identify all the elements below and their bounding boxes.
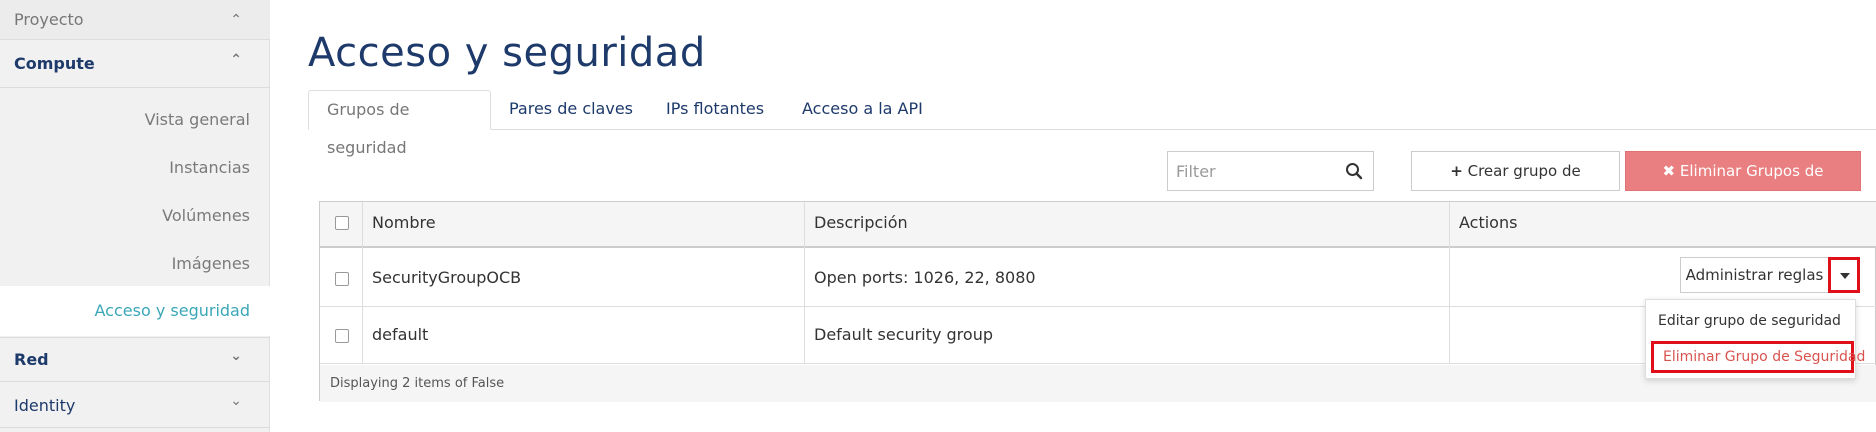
row-description: Default security group xyxy=(814,325,993,344)
manage-rules-button[interactable]: Administrar reglas xyxy=(1680,257,1829,293)
sidebar-section-label: Red xyxy=(14,350,49,369)
sidebar-section-identity[interactable]: Identity ⌄ xyxy=(0,383,270,428)
tab-pares-claves[interactable]: Pares de claves xyxy=(491,90,651,130)
tab-label: IPs flotantes xyxy=(666,99,765,118)
sidebar-section-label: Identity xyxy=(14,395,76,415)
actions-dropdown-toggle[interactable] xyxy=(1828,257,1860,293)
tab-grupos-seguridad[interactable]: Grupos de seguridad xyxy=(308,90,491,157)
column-header-actions: Actions xyxy=(1459,213,1518,232)
column-header-descripcion[interactable]: Descripción xyxy=(814,213,908,232)
tab-label: Pares de claves xyxy=(509,99,634,118)
sidebar-item-label: Volúmenes xyxy=(162,206,250,225)
page-title: Acceso y seguridad xyxy=(308,30,706,76)
caret-down-icon xyxy=(1840,273,1850,279)
row-name: default xyxy=(372,325,429,344)
sidebar-item-volumenes[interactable]: Volúmenes xyxy=(0,192,270,240)
table-row: default Default security group xyxy=(320,307,1876,364)
sidebar-item-label: Instancias xyxy=(169,158,250,177)
sidebar-section-label: Compute xyxy=(14,54,95,73)
chevron-up-icon: ⌃ xyxy=(230,12,242,28)
sidebar-section-label: Proyecto xyxy=(14,10,84,29)
chevron-down-icon: ⌄ xyxy=(230,393,242,409)
actions-dropdown-menu: Editar grupo de seguridad Eliminar Grupo… xyxy=(1645,299,1865,379)
delete-security-groups-button[interactable]: ✖ Eliminar Grupos de Seguridad xyxy=(1625,151,1861,218)
table-footer: Displaying 2 items of False xyxy=(320,365,1876,402)
chevron-down-icon: ⌄ xyxy=(230,348,242,364)
times-icon: ✖ xyxy=(1662,162,1676,180)
sidebar-section-compute[interactable]: Compute ⌃ xyxy=(0,40,270,88)
sidebar-section-red[interactable]: Red ⌄ xyxy=(0,337,270,382)
sidebar-item-label: Vista general xyxy=(144,110,250,129)
security-groups-table: Nombre Descripción Actions SecurityGroup… xyxy=(319,201,1876,402)
search-icon[interactable] xyxy=(1345,162,1363,180)
tab-ips-flotantes[interactable]: IPs flotantes xyxy=(648,90,782,130)
edit-security-group-menu-item[interactable]: Editar grupo de seguridad xyxy=(1646,305,1857,337)
row-description: Open ports: 1026, 22, 8080 xyxy=(814,268,1036,287)
sidebar-item-label: Imágenes xyxy=(171,254,250,273)
tab-label: Grupos de seguridad xyxy=(327,100,410,157)
row-checkbox[interactable] xyxy=(335,272,349,286)
tab-acceso-api[interactable]: Acceso a la API xyxy=(784,90,941,130)
table-header-row: Nombre Descripción Actions xyxy=(320,202,1876,248)
plus-icon: + xyxy=(1450,162,1463,180)
sidebar-item-imagenes[interactable]: Imágenes xyxy=(0,240,270,288)
filter-box xyxy=(1167,151,1374,191)
filter-input[interactable] xyxy=(1168,152,1373,190)
tab-label: Acceso a la API xyxy=(802,99,923,118)
column-header-nombre[interactable]: Nombre xyxy=(372,213,436,232)
sidebar-item-instancias[interactable]: Instancias xyxy=(0,144,270,192)
row-checkbox[interactable] xyxy=(335,329,349,343)
delete-security-group-menu-item[interactable]: Eliminar Grupo de Seguridad xyxy=(1651,341,1865,373)
sidebar-section-proyecto[interactable]: Proyecto ⌃ xyxy=(0,0,270,40)
sidebar: Proyecto ⌃ Compute ⌃ Vista general Insta… xyxy=(0,0,270,432)
app-root: Proyecto ⌃ Compute ⌃ Vista general Insta… xyxy=(0,0,1876,432)
create-security-group-button[interactable]: + Crear grupo de seguridad xyxy=(1411,151,1620,218)
chevron-up-icon: ⌃ xyxy=(230,52,242,68)
row-name: SecurityGroupOCB xyxy=(372,268,522,287)
select-all-checkbox[interactable] xyxy=(335,216,349,230)
sidebar-item-acceso-seguridad[interactable]: Acceso y seguridad xyxy=(0,286,270,336)
sidebar-item-label: Acceso y seguridad xyxy=(94,301,250,320)
table-row: SecurityGroupOCB Open ports: 1026, 22, 8… xyxy=(320,250,1876,307)
tab-bar: Grupos de seguridad Pares de claves IPs … xyxy=(308,90,1876,157)
sidebar-item-vista-general[interactable]: Vista general xyxy=(0,96,270,144)
